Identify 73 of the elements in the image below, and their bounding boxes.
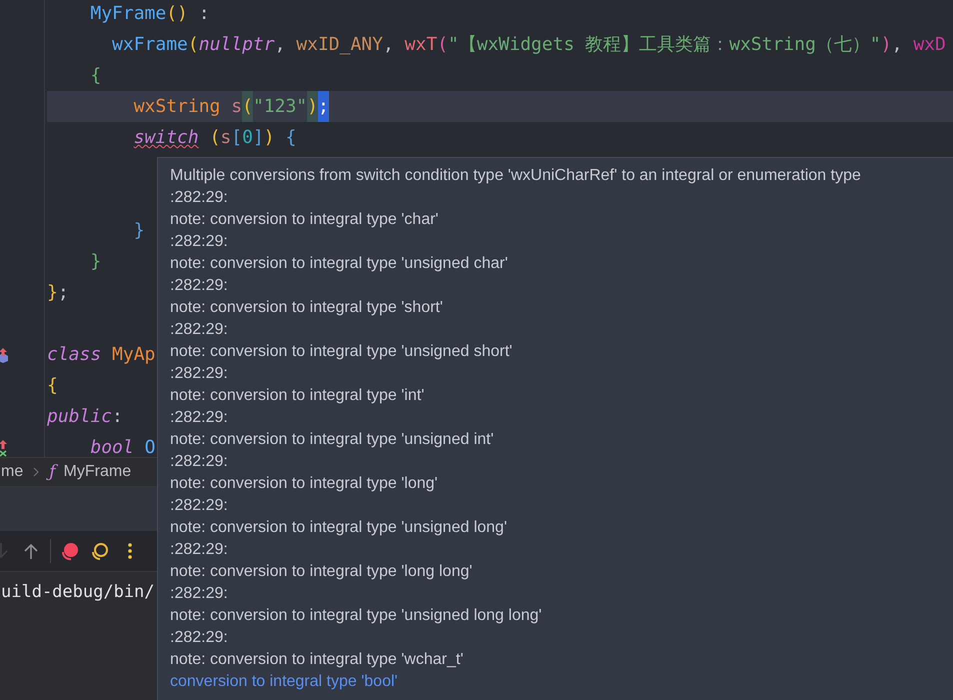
code-token: (: [437, 33, 448, 57]
tooltip-message: :282:29:: [170, 233, 228, 250]
tooltip-message: :282:29:: [170, 321, 228, 338]
tooltip-message: :282:29:: [170, 453, 228, 470]
code-token: switch: [134, 126, 199, 150]
code-token: (): [166, 2, 188, 26]
tooltip-message: note: conversion to integral type 'wchar_t': [170, 651, 464, 668]
code-token: ): [264, 126, 275, 150]
tooltip-message: :282:29:: [170, 629, 228, 646]
code-token: ]: [252, 126, 264, 150]
code-token: }: [90, 250, 102, 274]
tooltip-message: note: conversion to integral type 'unsigned long long': [170, 607, 542, 624]
record-icon[interactable]: [59, 540, 81, 562]
code-token: wxString: [134, 95, 220, 119]
tooltip-message: note: conversion to integral type 'long': [170, 475, 438, 492]
code-token: }: [134, 219, 145, 243]
tooltip-message: :282:29:: [170, 541, 228, 558]
code-token: ,: [274, 33, 286, 57]
tooltip-message: :282:29:: [170, 497, 228, 514]
tooltip-message: note: conversion to integral type 'unsigned char': [170, 255, 508, 272]
code-token: wxD: [913, 33, 946, 57]
code-token: [: [231, 126, 242, 150]
code-token: 0: [242, 126, 253, 150]
code-token: "123": [252, 95, 308, 119]
code-token: bool: [90, 436, 134, 457]
tooltip-message: :282:29:: [170, 409, 228, 426]
code-token: wxID_ANY: [296, 33, 383, 57]
code-token: class: [47, 343, 102, 367]
code-token: }: [47, 281, 58, 305]
code-token: ): [880, 33, 892, 57]
code-token: nullptr: [198, 33, 275, 57]
code-token: "【wxWidgets 教程】工具类篇：wxString（七）": [448, 33, 881, 57]
tooltip-message: Multiple conversions from switch condition type 'wxUniCharRef' to an integral or enumeration type: [170, 167, 861, 184]
code-token: s: [220, 126, 232, 150]
tooltip-message: note: conversion to integral type 'char': [170, 211, 438, 228]
breadcrumb-item[interactable]: me: [1, 463, 24, 481]
tooltip-message: note: conversion to integral type 'int': [170, 387, 424, 404]
tooltip-message: note: conversion to integral type 'unsigned long': [170, 519, 507, 536]
tooltip-message: note: conversion to integral type 'unsigned short': [170, 343, 512, 360]
code-token: wxFrame: [112, 33, 188, 57]
quick-fix-link[interactable]: conversion to integral type 'bool': [170, 673, 398, 690]
code-token: s: [231, 95, 242, 119]
tooltip-message: :282:29:: [170, 365, 228, 382]
tooltip-message: note: conversion to integral type 'unsigned int': [170, 431, 494, 448]
terminal-line: uild-debug/bin/: [1, 582, 155, 602]
chevron-right-icon: [33, 467, 40, 477]
tooltip-message: note: conversion to integral type 'long long': [170, 563, 472, 580]
code-token: MyAp: [112, 343, 156, 367]
code-token: public: [47, 405, 112, 429]
code-token: (: [188, 33, 199, 57]
breadcrumb-item[interactable]: MyFrame: [64, 463, 132, 481]
arrow-up-icon[interactable]: [0, 438, 9, 456]
code-token: MyFrame: [90, 2, 166, 26]
code-token: ,: [892, 33, 902, 57]
code-token: {: [47, 374, 58, 398]
code-token: ;: [58, 281, 69, 305]
tooltip-message: :282:29:: [170, 189, 228, 206]
tooltip-message: note: conversion to integral type 'short': [170, 299, 443, 316]
code-token: ;: [318, 91, 329, 122]
code-token: :: [198, 2, 210, 26]
code-token: (: [210, 126, 220, 150]
tooltip-message: :282:29:: [170, 277, 228, 294]
code-token: {: [90, 64, 102, 88]
tooltip-message: :282:29:: [170, 585, 228, 602]
hexagon-arrow-icon[interactable]: [0, 346, 9, 362]
code-token: (: [242, 91, 253, 122]
code-token: {: [285, 126, 296, 150]
rings-icon[interactable]: [89, 540, 111, 562]
code-token: ,: [382, 33, 394, 57]
code-token: :: [112, 405, 123, 429]
code-token: ): [307, 91, 318, 122]
code-token: O: [144, 436, 156, 457]
code-token: wxT: [404, 33, 438, 57]
